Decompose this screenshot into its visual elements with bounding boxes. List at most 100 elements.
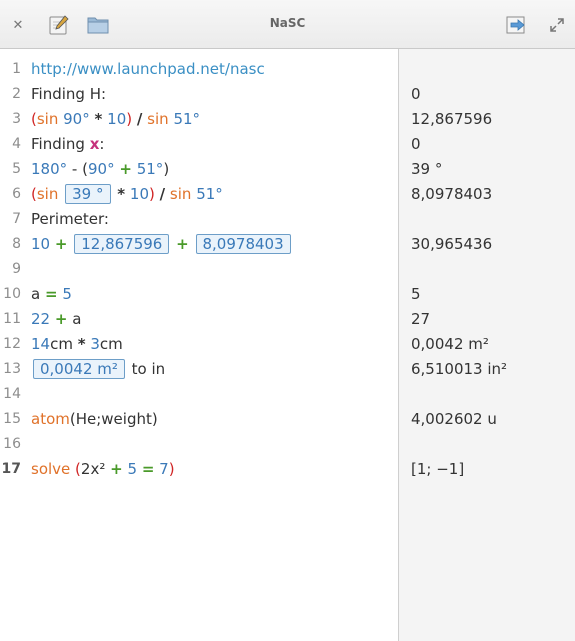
number: 22 bbox=[31, 310, 51, 328]
line-code[interactable]: 10 + 12,867596 + 8,0978403 bbox=[31, 232, 293, 257]
number: 180° bbox=[31, 160, 68, 178]
number: 10 bbox=[31, 235, 51, 253]
operator: + bbox=[110, 460, 123, 478]
operator: = bbox=[141, 460, 155, 478]
result-reference-box[interactable]: 12,867596 bbox=[74, 234, 170, 254]
line-number: 10 bbox=[3, 286, 21, 302]
term: 2x² bbox=[80, 460, 106, 478]
function-name: sin bbox=[169, 185, 192, 203]
operator: * bbox=[94, 110, 103, 128]
function-name: sin bbox=[147, 110, 169, 128]
function-name: atom bbox=[31, 410, 70, 428]
result-value: 0 bbox=[411, 135, 421, 153]
number: 7 bbox=[159, 460, 169, 478]
line-number: 8 bbox=[12, 236, 21, 252]
result-value: 6,510013 in² bbox=[411, 360, 508, 378]
arguments: (He;weight) bbox=[69, 410, 158, 428]
editor-line: 2 Finding H: bbox=[0, 82, 398, 107]
line-code[interactable]: Finding x: bbox=[31, 132, 104, 157]
paren: ) bbox=[149, 185, 155, 203]
result-value: 5 bbox=[411, 285, 421, 303]
operator: + bbox=[176, 235, 189, 253]
maximize-icon bbox=[550, 18, 564, 32]
line-code[interactable]: solve (2x² + 5 = 7) bbox=[31, 457, 175, 482]
variable: a bbox=[72, 310, 82, 328]
editor-line: 12 14cm * 3cm bbox=[0, 332, 398, 357]
editor-line: 4 Finding x: bbox=[0, 132, 398, 157]
maximize-button[interactable] bbox=[547, 12, 567, 38]
export-arrow-icon bbox=[506, 16, 525, 34]
line-code[interactable]: a = 5 bbox=[31, 282, 72, 307]
line-number: 12 bbox=[3, 336, 21, 352]
result-reference-box[interactable]: 8,0978403 bbox=[195, 234, 291, 254]
number: 51° bbox=[196, 185, 223, 203]
result-value: 8,0978403 bbox=[411, 185, 493, 203]
result-reference-box[interactable]: 39 ° bbox=[65, 184, 111, 204]
function-name: sin bbox=[36, 185, 59, 203]
operator: / bbox=[136, 110, 143, 128]
operator: + bbox=[54, 235, 68, 253]
operator: / bbox=[159, 185, 166, 203]
operator: + bbox=[54, 310, 68, 328]
line-code[interactable]: Perimeter: bbox=[31, 207, 109, 232]
line-number: 2 bbox=[12, 86, 21, 102]
editor-line: 14 bbox=[0, 382, 398, 407]
line-number: 6 bbox=[12, 186, 21, 202]
number: 10 bbox=[107, 110, 127, 128]
line-number: 13 bbox=[3, 361, 21, 377]
result-reference-box[interactable]: 0,0042 m² bbox=[33, 359, 125, 379]
line-code[interactable]: Finding H: bbox=[31, 82, 106, 107]
operator: + bbox=[119, 160, 132, 178]
line-number: 16 bbox=[3, 436, 21, 452]
operator: - bbox=[71, 160, 78, 178]
editor-line: 1 http://www.launchpad.net/nasc bbox=[0, 57, 398, 82]
line-number: 11 bbox=[3, 311, 21, 327]
editor-line: 6 (sin 39 ° * 10) / sin 51° bbox=[0, 182, 398, 207]
line-code[interactable]: http://www.launchpad.net/nasc bbox=[31, 57, 265, 82]
variable: a bbox=[31, 285, 41, 303]
editor-line: 15 atom(He;weight) bbox=[0, 407, 398, 432]
result-value: [1; −1] bbox=[411, 460, 465, 478]
number: 5 bbox=[127, 460, 138, 478]
url-link[interactable]: http://www.launchpad.net/nasc bbox=[31, 60, 265, 78]
line-code[interactable]: 14cm * 3cm bbox=[31, 332, 123, 357]
number: 10 bbox=[129, 185, 150, 203]
editor-line: 8 10 + 12,867596 + 8,0978403 bbox=[0, 232, 398, 257]
number: 90° bbox=[87, 160, 115, 178]
line-number: 3 bbox=[12, 111, 21, 127]
line-code[interactable]: atom(He;weight) bbox=[31, 407, 158, 432]
paren: ) bbox=[126, 110, 133, 128]
editor-line: 16 bbox=[0, 432, 398, 457]
result-value: 0 bbox=[411, 85, 421, 103]
editor-line: 10 a = 5 bbox=[0, 282, 398, 307]
window-title: NaSC bbox=[269, 16, 306, 30]
result-value: 12,867596 bbox=[411, 110, 493, 128]
paren: ) bbox=[168, 460, 175, 478]
result-value: 0,0042 m² bbox=[411, 335, 489, 353]
line-number: 15 bbox=[3, 411, 21, 427]
results-pane: 0 12,867596 0 39 ° 8,0978403 30,965436 5… bbox=[399, 49, 575, 641]
line-code[interactable]: (sin 90° * 10) / sin 51° bbox=[31, 107, 200, 132]
line-number: 7 bbox=[12, 211, 21, 227]
operator: = bbox=[44, 285, 58, 303]
number: 3 bbox=[90, 335, 100, 353]
line-code[interactable]: 22 + a bbox=[31, 307, 81, 332]
line-code[interactable]: 0,0042 m² to in bbox=[31, 357, 165, 382]
result-value: 27 bbox=[411, 310, 431, 328]
editor-line: 13 0,0042 m² to in bbox=[0, 357, 398, 382]
line-number: 9 bbox=[12, 261, 21, 277]
line-number-active: 17 bbox=[1, 461, 21, 477]
paren: ) bbox=[163, 160, 170, 178]
line-code[interactable]: 180° - (90° + 51°) bbox=[31, 157, 169, 182]
number: 51° bbox=[136, 160, 164, 178]
editor-line: 3 (sin 90° * 10) / sin 51° bbox=[0, 107, 398, 132]
operator: * bbox=[117, 185, 126, 203]
variable: x bbox=[89, 135, 100, 153]
export-button[interactable] bbox=[505, 12, 529, 38]
text: to in bbox=[131, 360, 166, 378]
operator: * bbox=[77, 335, 86, 353]
line-number: 1 bbox=[12, 61, 21, 77]
editor-line: 5 180° - (90° + 51°) bbox=[0, 157, 398, 182]
line-code[interactable]: (sin 39 ° * 10) / sin 51° bbox=[31, 182, 223, 207]
editor-pane[interactable]: 1 http://www.launchpad.net/nasc 2 Findin… bbox=[0, 49, 398, 641]
